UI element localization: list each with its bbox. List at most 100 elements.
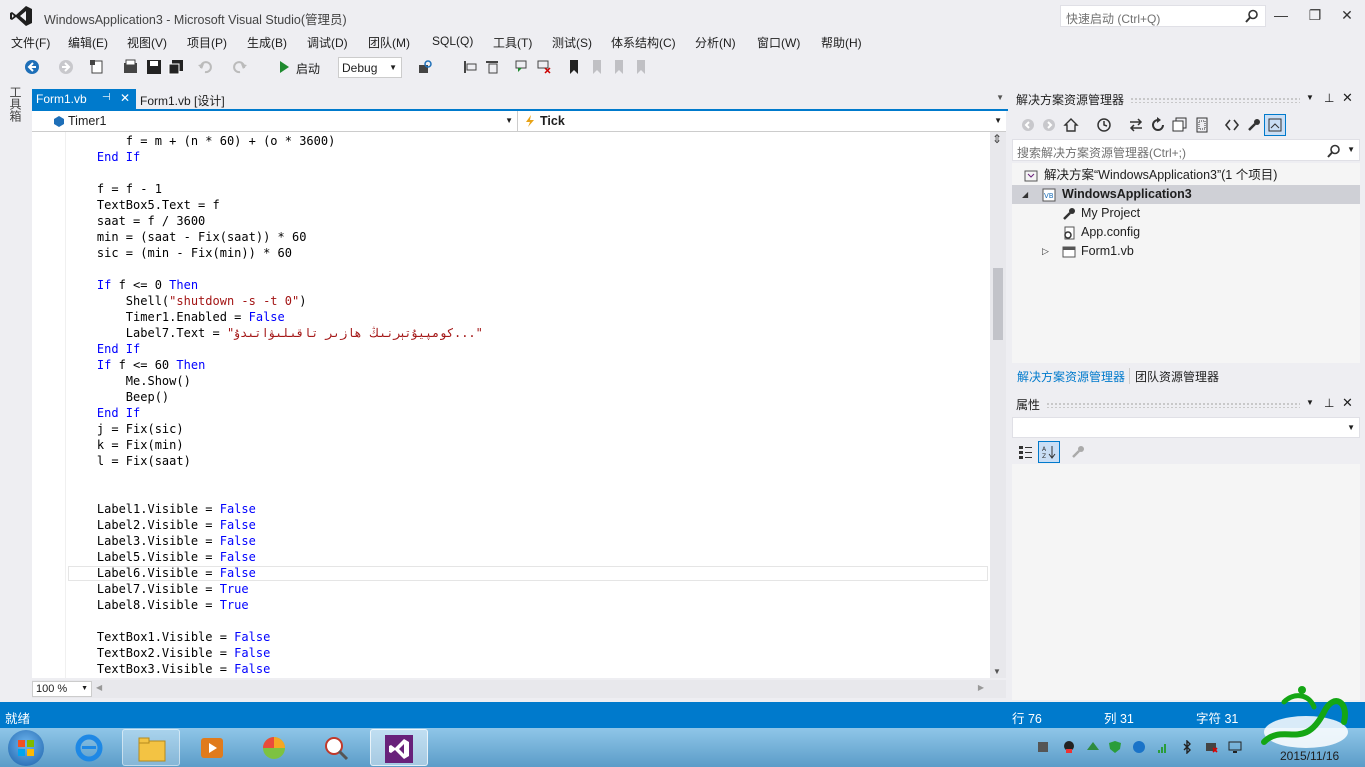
configuration-select[interactable]: Debug ▼ [338, 57, 402, 78]
tray-network-status-icon[interactable] [1204, 740, 1218, 754]
code-line[interactable]: min = (saat - Fix(saat)) * 60 [68, 229, 307, 245]
tab-form1-design[interactable]: Form1.vb [设计] [136, 89, 276, 109]
code-line[interactable]: Label7.Text = "كومپيۇتېرنىڭ ھازىر تاقىلى… [68, 325, 483, 341]
tab-solution-explorer[interactable]: 解决方案资源管理器 [1017, 368, 1125, 385]
home-icon[interactable] [1063, 117, 1079, 133]
menu-debug[interactable]: 调试(D) [307, 34, 348, 51]
start-button-label[interactable]: 启动 [296, 60, 320, 77]
align-icon[interactable] [462, 59, 478, 75]
new-project-icon[interactable] [89, 59, 105, 75]
menu-file[interactable]: 文件(F) [11, 34, 50, 51]
scroll-down-icon[interactable]: ▼ [993, 667, 1001, 676]
menu-window[interactable]: 窗口(W) [757, 34, 800, 51]
code-line[interactable]: Label5.Visible = False [68, 549, 256, 565]
close-tab-icon[interactable]: ✕ [120, 91, 130, 105]
pin-icon[interactable]: ⊥ [1324, 91, 1334, 105]
editor-vertical-scrollbar[interactable]: ⇕ ▼ [990, 132, 1006, 678]
split-icon[interactable]: ⇕ [992, 132, 1002, 146]
categorized-icon[interactable] [1018, 444, 1034, 460]
menu-architecture[interactable]: 体系结构(C) [611, 34, 676, 51]
chevron-down-icon[interactable]: ▼ [1347, 145, 1355, 154]
editor-horizontal-scrollbar[interactable]: 100 % ▼ ◀ ▶ [32, 680, 1006, 698]
properties-wrench-icon[interactable] [1246, 117, 1262, 133]
alphabetical-button[interactable]: AZ [1038, 441, 1060, 463]
code-line[interactable]: Label3.Visible = False [68, 533, 256, 549]
property-pages-wrench-icon[interactable] [1070, 444, 1086, 460]
taskbar-app-colorful[interactable] [246, 729, 304, 766]
maximize-button[interactable]: ❐ [1304, 6, 1326, 24]
properties-object-select[interactable]: ▼ [1012, 417, 1360, 438]
code-line[interactable]: End If [68, 149, 140, 165]
menu-build[interactable]: 生成(B) [247, 34, 287, 51]
code-line[interactable]: saat = f / 3600 [68, 213, 205, 229]
event-select[interactable]: Tick ▼ [520, 111, 1006, 131]
code-line[interactable]: Label1.Visible = False [68, 501, 256, 517]
refresh-icon[interactable] [1150, 117, 1166, 133]
close-pane-icon[interactable]: ✕ [1342, 395, 1353, 411]
code-line[interactable]: If f <= 60 Then [68, 357, 205, 373]
open-file-icon[interactable] [123, 59, 139, 75]
code-line[interactable]: TextBox3.Visible = False [68, 661, 270, 677]
preview-selected-button[interactable] [1264, 114, 1286, 136]
code-line[interactable]: TextBox2.Visible = False [68, 645, 270, 661]
close-pane-icon[interactable]: ✕ [1342, 90, 1353, 106]
back-icon[interactable] [1020, 117, 1036, 133]
code-line[interactable]: j = Fix(sic) [68, 421, 184, 437]
collapse-all-icon[interactable] [1172, 117, 1188, 133]
code-editor[interactable]: f = m + (n * 60) + (o * 3600) End If f =… [32, 132, 990, 678]
undo-icon[interactable] [197, 59, 213, 75]
code-line[interactable]: Label2.Visible = False [68, 517, 256, 533]
redo-icon[interactable] [232, 59, 248, 75]
code-line[interactable]: End If [68, 405, 140, 421]
forward-icon[interactable] [1041, 117, 1057, 133]
code-line[interactable]: l = Fix(saat) [68, 453, 191, 469]
code-line[interactable]: If f <= 0 Then [68, 277, 198, 293]
tray-shield-icon[interactable] [1108, 740, 1122, 754]
tab-form1-vb[interactable]: Form1.vb ⊣ ✕ [32, 89, 136, 109]
tab-team-explorer[interactable]: 团队资源管理器 [1135, 368, 1219, 385]
code-line[interactable]: TextBox5.Text = f [68, 197, 220, 213]
prev-bookmark-icon[interactable] [589, 59, 605, 75]
code-line[interactable]: Me.Show() [68, 373, 191, 389]
taskbar-tool[interactable] [308, 729, 366, 766]
menu-sql[interactable]: SQL(Q) [432, 34, 473, 48]
code-line[interactable]: Label7.Visible = True [68, 581, 249, 597]
tray-bluetooth-icon[interactable] [1180, 740, 1194, 754]
taskbar-explorer[interactable] [122, 729, 180, 766]
pane-menu-chevron-icon[interactable]: ▼ [1306, 398, 1314, 407]
code-line[interactable]: f = m + (n * 60) + (o * 3600) [68, 133, 336, 149]
pin-icon[interactable]: ⊣ [102, 92, 111, 103]
scroll-left-icon[interactable]: ◀ [96, 683, 102, 692]
close-button[interactable]: ✕ [1336, 6, 1358, 24]
solution-search-input[interactable]: 搜索解决方案资源管理器(Ctrl+;) ▼ [1012, 139, 1360, 161]
next-bookmark-icon[interactable] [611, 59, 627, 75]
quick-launch-input[interactable]: 快速启动 (Ctrl+Q) [1060, 5, 1266, 27]
taskbar-visual-studio[interactable] [370, 729, 428, 766]
code-line[interactable]: TextBox1.Visible = False [68, 629, 270, 645]
code-line[interactable]: Label8.Visible = True [68, 597, 249, 613]
menu-view[interactable]: 视图(V) [127, 34, 167, 51]
tray-network-icon[interactable] [1036, 740, 1050, 754]
code-line[interactable]: Timer1.Enabled = False [68, 309, 285, 325]
menu-project[interactable]: 项目(P) [187, 34, 227, 51]
menu-edit[interactable]: 编辑(E) [68, 34, 108, 51]
scroll-right-icon[interactable]: ▶ [978, 683, 984, 692]
forward-icon[interactable] [58, 59, 74, 75]
start-debug-icon[interactable] [276, 59, 292, 75]
view-code-icon[interactable] [1224, 117, 1240, 133]
save-all-icon[interactable] [168, 59, 184, 75]
menu-test[interactable]: 测试(S) [552, 34, 592, 51]
tray-wifi-icon[interactable] [1156, 740, 1170, 754]
tray-qq-icon[interactable] [1062, 740, 1076, 754]
menu-analyze[interactable]: 分析(N) [695, 34, 736, 51]
show-all-files-icon[interactable] [1194, 117, 1210, 133]
start-button[interactable] [8, 730, 44, 766]
sync-icon[interactable] [1128, 117, 1144, 133]
taskbar-ie[interactable] [60, 729, 118, 766]
code-line[interactable]: sic = (min - Fix(min)) * 60 [68, 245, 292, 261]
clear-bookmarks-icon[interactable] [633, 59, 649, 75]
collapsed-arrow-icon[interactable]: ▷ [1042, 242, 1049, 261]
toolbox-tab[interactable]: 工具箱 [6, 86, 24, 126]
menu-team[interactable]: 团队(M) [368, 34, 410, 51]
menu-tools[interactable]: 工具(T) [493, 34, 532, 51]
